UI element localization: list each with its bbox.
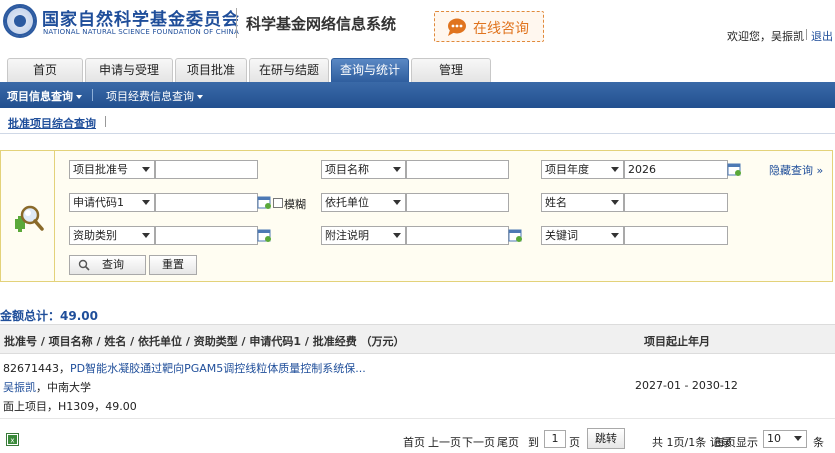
note-input[interactable] [406,226,509,245]
chevron-down-icon [393,233,401,238]
per-page-select[interactable]: 10 [763,430,807,448]
project-year-select[interactable]: 项目年度 [541,160,624,179]
apply-code-input[interactable] [155,193,258,212]
note-select[interactable]: 附注说明 [321,226,406,245]
chevron-down-icon [142,167,150,172]
chevron-down-icon [142,233,150,238]
online-consult-label: 在线咨询 [473,21,529,37]
prev-page-link[interactable]: 上一页 [428,434,461,450]
chevron-down-icon [142,200,150,205]
search-panel-left [1,151,55,281]
query-button[interactable]: 查询 [69,255,146,275]
project-name-input[interactable] [406,160,509,179]
code-picker-icon[interactable] [257,195,272,210]
chevron-down-icon [794,436,802,441]
amount-total: 金额总计：49.00 [0,309,98,323]
header-divider [236,8,237,38]
org-name-cn: 国家自然科学基金委员会 [42,10,240,30]
keyword-select[interactable]: 关键词 [541,226,624,245]
chevron-down-icon [611,167,619,172]
logout-link[interactable]: 退出 [811,28,833,44]
next-page-link[interactable]: 下一页 [462,434,495,450]
name-select[interactable]: 姓名 [541,193,624,212]
first-page-link[interactable]: 首页 [403,434,425,450]
page-number-input[interactable]: 1 [544,430,566,448]
tab-ongoing[interactable]: 在研与结题 [249,58,329,82]
table-row: 82671443，PD智能水凝胶通过靶向PGAM5调控线粒体质量控制系统保...… [0,354,835,419]
per-page-label: 每页显示 [714,436,758,449]
caret-down-icon [76,95,82,99]
header-date-column: 项目起止年月 [644,335,710,348]
project-org: ，中南大学 [36,381,91,394]
tab-query-stats[interactable]: 查询与统计 [331,58,409,82]
system-name: 科学基金网络信息系统 [246,15,397,33]
per-page-unit: 条 [813,436,824,449]
row-line-1: 82671443，PD智能水凝胶通过靶向PGAM5调控线粒体质量控制系统保... [3,360,366,376]
sub-nav: 批准项目综合查询 [0,108,835,134]
welcome-text: 欢迎您，吴振凯 [727,30,804,43]
magnifier-search-icon [15,205,44,232]
page-unit-label: 页 [569,436,580,449]
menu-project-fund-query[interactable]: 项目经费信息查询 [106,88,203,104]
chevron-down-icon [611,200,619,205]
menu-bar: 项目信息查询 项目经费信息查询 [0,82,835,108]
subnav-separator [105,116,106,127]
funding-type-input[interactable] [155,226,258,245]
org-input[interactable] [406,193,509,212]
apply-code-select[interactable]: 申请代码1 [69,193,155,212]
tab-manage[interactable]: 管理 [411,58,491,82]
goto-label: 到 [528,436,539,449]
nsfc-logo-icon [3,4,37,38]
chevron-down-icon [393,200,401,205]
search-icon [78,259,90,271]
results-table-header: 批准号 / 项目名称 / 姓名 / 依托单位 / 资助类型 / 申请代码1 / … [0,324,835,354]
funding-type-select[interactable]: 资助类别 [69,226,155,245]
tab-application[interactable]: 申请与受理 [85,58,173,82]
fuzzy-label: 模糊 [284,198,306,211]
project-date-range: 2027-01 - 2030-12 [635,379,738,392]
calendar-picker-icon[interactable] [727,162,742,177]
row-line-3: 面上项目，H1309，49.00 [3,400,137,413]
menu-separator [92,89,93,101]
chat-bubble-icon [448,18,466,36]
project-number-select[interactable]: 项目批准号 [69,160,155,179]
org-select[interactable]: 依托单位 [321,193,406,212]
online-consult-button[interactable]: 在线咨询 [434,11,544,42]
excel-export-icon[interactable]: x [6,433,19,446]
org-name-en: NATIONAL NATURAL SCIENCE FOUNDATION OF C… [43,28,239,36]
project-number: 82671443， [3,362,70,375]
funding-type-picker-icon[interactable] [257,228,272,243]
chevron-down-icon [393,167,401,172]
keyword-input[interactable] [624,226,728,245]
page-header: 国家自然科学基金委员会 NATIONAL NATURAL SCIENCE FOU… [0,0,835,56]
reset-button[interactable]: 重置 [149,255,197,275]
jump-button[interactable]: 跳转 [587,428,625,449]
hide-query-link[interactable]: 隐藏查询 » [769,162,823,178]
person-link[interactable]: 吴振凯 [3,381,36,394]
user-separator [806,29,807,40]
approved-project-query-link[interactable]: 批准项目综合查询 [8,115,96,131]
row-line-2: 吴振凯，中南大学 [3,379,91,395]
pagination: x 首页 上一页 下一页 尾页 到 1 页 跳转 共 1页/1条 记录 每页显示… [0,426,835,453]
svg-text:x: x [10,437,14,445]
last-page-link[interactable]: 尾页 [497,434,519,450]
menu-project-info-query[interactable]: 项目信息查询 [7,88,82,104]
name-input[interactable] [624,193,728,212]
main-tabs: 首页 申请与受理 项目批准 在研与结题 查询与统计 管理 [0,56,835,82]
fuzzy-checkbox[interactable] [273,198,283,208]
project-name-select[interactable]: 项目名称 [321,160,406,179]
header-main-columns: 批准号 / 项目名称 / 姓名 / 依托单位 / 资助类型 / 申请代码1 / … [4,335,405,348]
search-panel: 项目批准号 项目名称 项目年度 2026 隐藏查询 » 申请代码1 模糊 依托单… [0,150,833,282]
tab-home[interactable]: 首页 [7,58,83,82]
project-number-input[interactable] [155,160,258,179]
project-title-link[interactable]: PD智能水凝胶通过靶向PGAM5调控线粒体质量控制系统保... [70,362,366,375]
project-year-input[interactable]: 2026 [624,160,728,179]
tab-approval[interactable]: 项目批准 [175,58,247,82]
caret-down-icon [197,95,203,99]
chevron-down-icon [611,233,619,238]
note-picker-icon[interactable] [508,228,523,243]
